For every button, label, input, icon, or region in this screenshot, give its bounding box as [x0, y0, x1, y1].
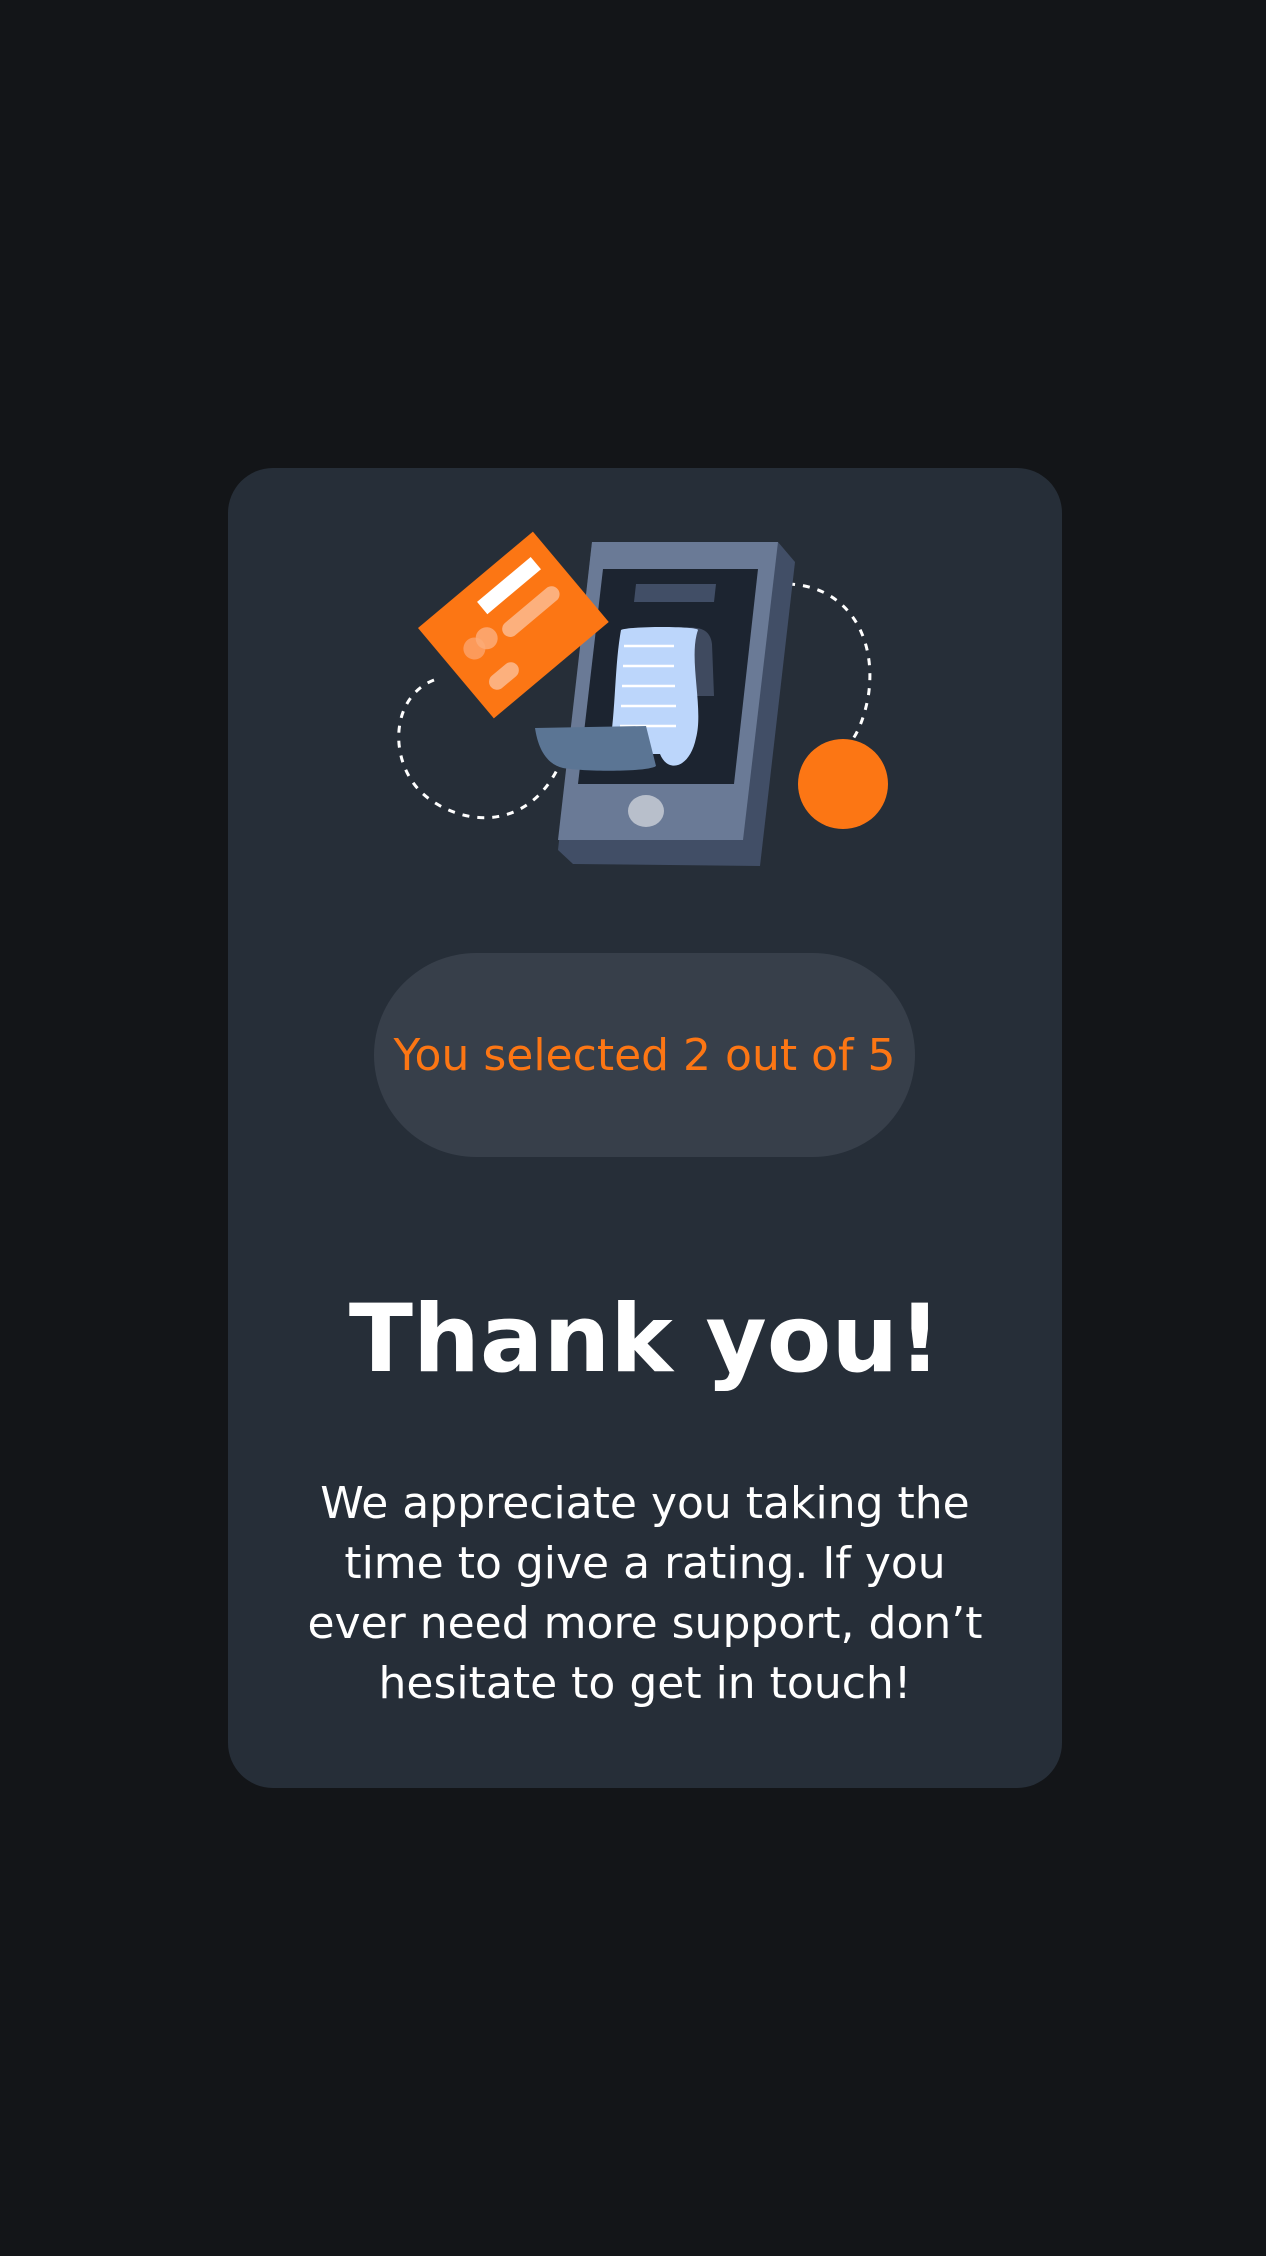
receipt-tray — [535, 726, 656, 771]
screen-header-bar — [634, 584, 716, 602]
payment-phone-illustration — [397, 531, 888, 866]
thank-you-message: We appreciate you taking the time to giv… — [307, 1478, 983, 1709]
dashed-orbit-right — [787, 582, 872, 744]
home-button — [628, 795, 664, 827]
rating-selection-text: You selected 2 out of 5 — [393, 1029, 896, 1081]
dashed-orbit-left — [397, 678, 560, 820]
orange-dot — [798, 739, 888, 829]
thank-you-card: You selected 2 out of 5 Thank you! We ap… — [228, 468, 1062, 1788]
rating-selection-badge: You selected 2 out of 5 — [374, 953, 915, 1157]
page-title: Thank you! — [348, 1285, 942, 1394]
